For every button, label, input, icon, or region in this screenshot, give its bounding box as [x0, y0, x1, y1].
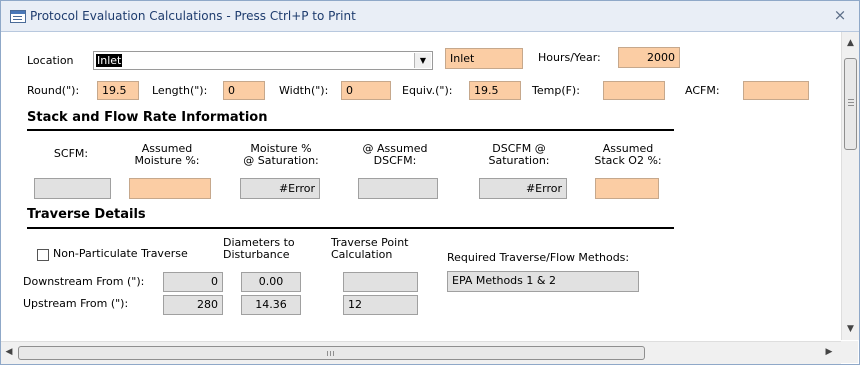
section-divider — [27, 129, 674, 131]
temp-input[interactable] — [603, 81, 665, 100]
chevron-down-icon[interactable]: ▼ — [414, 53, 431, 68]
acfm-label: ACFM: — [685, 84, 720, 97]
diameters-header: Diameters to Disturbance — [223, 236, 295, 261]
form-window: Protocol Evaluation Calculations - Press… — [0, 0, 860, 365]
non-particulate-label: Non-Particulate Traverse — [53, 247, 188, 260]
hours-year-label: Hours/Year: — [538, 51, 601, 64]
downstream-input[interactable]: 0 — [163, 272, 223, 292]
vertical-scrollbar[interactable]: ▲ ▼ — [841, 32, 859, 340]
moisture-saturation-field: #Error — [240, 178, 320, 199]
width-input[interactable]: 0 — [341, 81, 391, 100]
location-combo-value[interactable]: Inlet — [96, 54, 123, 67]
upstream-input[interactable]: 280 — [163, 295, 223, 315]
required-methods-field: EPA Methods 1 & 2 — [447, 271, 639, 292]
acfm-input[interactable] — [743, 81, 809, 100]
temp-label: Temp(F): — [532, 84, 580, 97]
upstream-label: Upstream From ("): — [23, 297, 129, 310]
round-label: Round("): — [27, 84, 80, 97]
stack-section-title: Stack and Flow Rate Information — [27, 110, 268, 125]
length-input[interactable]: 0 — [223, 81, 265, 100]
dscfm-saturation-header: DSCFM @ Saturation: — [488, 142, 550, 167]
scfm-header: SCFM: — [53, 147, 89, 160]
equiv-input[interactable]: 19.5 — [469, 81, 521, 100]
scfm-field — [34, 178, 111, 199]
arrow-left-icon[interactable]: ◀ — [4, 347, 14, 357]
downstream-diameters-field: 0.00 — [241, 272, 301, 292]
title-bar: Protocol Evaluation Calculations - Press… — [1, 1, 859, 32]
downstream-label: Downstream From ("): — [23, 275, 145, 288]
arrow-right-icon[interactable]: ▶ — [824, 347, 834, 357]
horizontal-scrollbar[interactable]: ◀ ▶ — [1, 341, 841, 364]
hours-year-input[interactable]: 2000 — [618, 47, 680, 68]
non-particulate-checkbox[interactable] — [37, 249, 49, 261]
assumed-dscfm-header: @ Assumed DSCFM: — [362, 142, 428, 167]
window-title: Protocol Evaluation Calculations - Press… — [30, 9, 356, 23]
required-methods-label: Required Traverse/Flow Methods: — [447, 251, 630, 264]
point-calc-header: Traverse Point Calculation — [331, 236, 409, 261]
equiv-label: Equiv.("): — [402, 84, 453, 97]
section-divider — [27, 227, 674, 229]
assumed-dscfm-field — [358, 178, 438, 199]
downstream-point-calc-field — [343, 272, 418, 292]
width-label: Width("): — [279, 84, 329, 97]
assumed-moisture-input[interactable] — [129, 178, 211, 199]
close-button[interactable]: × — [833, 7, 847, 23]
upstream-point-calc-field: 12 — [343, 295, 418, 315]
location-display-field: Inlet — [445, 48, 523, 69]
moisture-saturation-header: Moisture % @ Saturation: — [243, 142, 319, 167]
stack-o2-header: Assumed Stack O2 %: — [594, 142, 662, 167]
round-input[interactable]: 19.5 — [97, 81, 139, 100]
assumed-moisture-header: Assumed Moisture %: — [134, 142, 200, 167]
location-combobox[interactable]: Inlet ▼ — [93, 51, 433, 70]
vertical-scroll-thumb[interactable] — [844, 58, 857, 150]
stack-o2-input[interactable] — [595, 178, 659, 199]
traverse-section-title: Traverse Details — [27, 207, 146, 222]
location-label: Location — [27, 54, 74, 67]
arrow-up-icon[interactable]: ▲ — [845, 38, 856, 48]
scrollbar-corner — [841, 341, 858, 363]
dscfm-saturation-field: #Error — [479, 178, 567, 199]
arrow-down-icon[interactable]: ▼ — [845, 324, 856, 334]
length-label: Length("): — [152, 84, 208, 97]
upstream-diameters-field: 14.36 — [241, 295, 301, 315]
form-icon — [10, 10, 26, 23]
horizontal-scroll-thumb[interactable] — [18, 346, 645, 360]
